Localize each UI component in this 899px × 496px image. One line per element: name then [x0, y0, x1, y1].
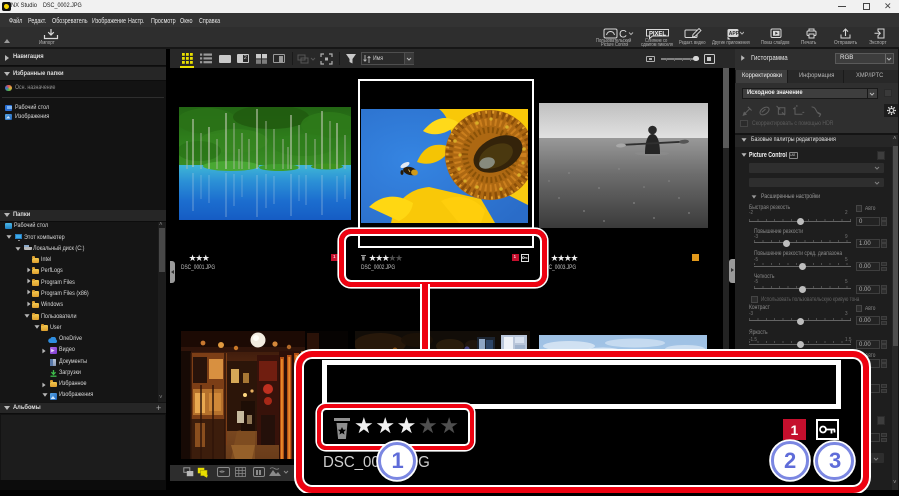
svg-text:APP: APP — [729, 31, 740, 37]
svg-text:PIXEL: PIXEL — [649, 31, 666, 37]
